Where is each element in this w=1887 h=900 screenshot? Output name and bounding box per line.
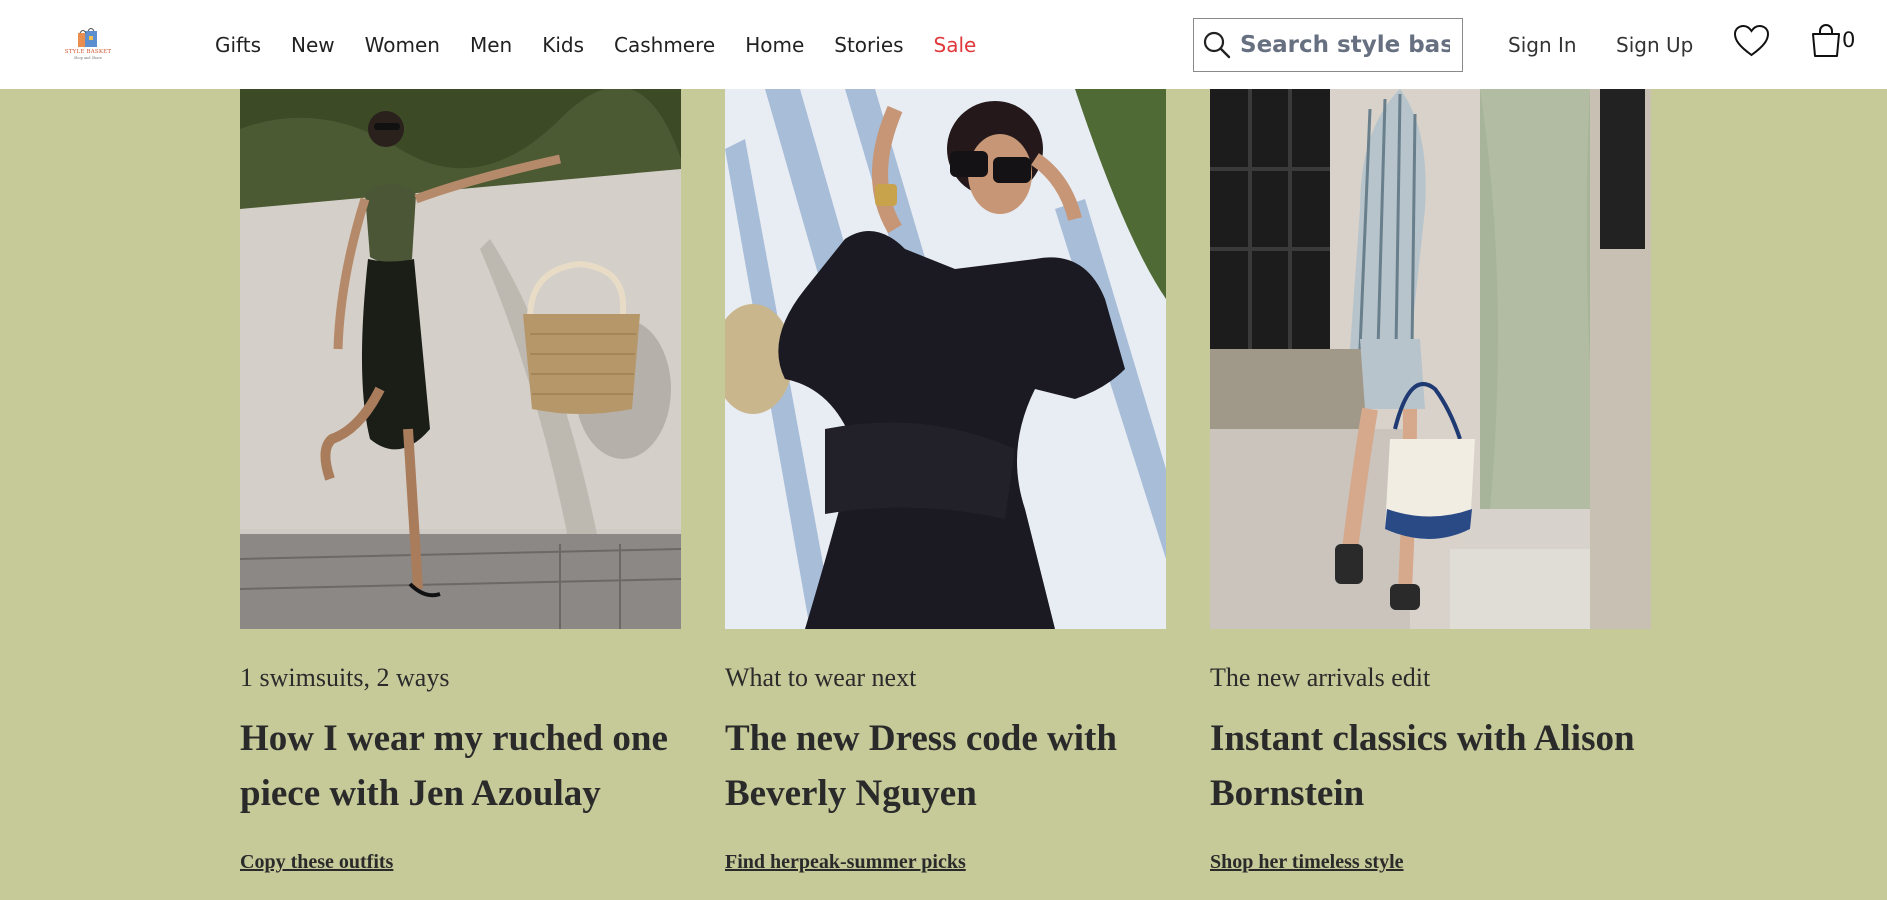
story-headline[interactable]: Instant classics with Alison Bornstein <box>1210 711 1651 821</box>
story-headline[interactable]: The new Dress code with Beverly Nguyen <box>725 711 1166 821</box>
nav-item-cashmere[interactable]: Cashmere <box>614 33 715 57</box>
search-box[interactable] <box>1193 18 1463 72</box>
story-card-body: 1 swimsuits, 2 ways How I wear my ruched… <box>240 629 681 900</box>
story-card-body: The new arrivals edit Instant classics w… <box>1210 629 1651 900</box>
story-card[interactable]: The new arrivals edit Instant classics w… <box>1210 89 1651 873</box>
brand-logo[interactable]: STYLE BASKET Shop and Share <box>64 27 112 63</box>
story-cta-link[interactable]: Copy these outfits <box>240 851 393 874</box>
story-headline[interactable]: How I wear my ruched one piece with Jen … <box>240 711 681 821</box>
story-card[interactable]: What to wear next The new Dress code wit… <box>725 89 1166 873</box>
story-eyebrow: What to wear next <box>725 663 917 692</box>
photo-woman-striped-suit <box>1210 89 1651 629</box>
story-cta-link[interactable]: Shop her timeless style <box>1210 851 1404 874</box>
search-icon[interactable] <box>1202 30 1232 60</box>
logo-tagline: Shop and Share <box>73 56 103 60</box>
nav-item-women[interactable]: Women <box>365 33 440 57</box>
nav-item-kids[interactable]: Kids <box>542 33 584 57</box>
cart-count: 0 <box>1842 28 1856 52</box>
story-card[interactable]: 1 swimsuits, 2 ways How I wear my ruched… <box>240 89 681 873</box>
heart-icon[interactable] <box>1733 24 1770 58</box>
search-input[interactable] <box>1240 32 1450 58</box>
nav-item-stories[interactable]: Stories <box>834 33 903 57</box>
story-image[interactable] <box>1210 89 1651 629</box>
sign-up-link[interactable]: Sign Up <box>1616 0 1693 89</box>
story-eyebrow: The new arrivals edit <box>1210 663 1431 692</box>
story-eyebrow: 1 swimsuits, 2 ways <box>240 663 450 692</box>
shopping-bags-logo-icon <box>78 28 97 47</box>
nav-item-gifts[interactable]: Gifts <box>215 33 261 57</box>
logo-text: STYLE BASKET <box>64 49 112 55</box>
story-cta-link[interactable]: Find herpeak-summer picks <box>725 851 966 874</box>
main-nav: Gifts New Women Men Kids Cashmere Home S… <box>215 0 976 89</box>
nav-item-sale[interactable]: Sale <box>934 33 977 57</box>
photo-woman-black-dress <box>725 89 1166 629</box>
sign-in-link[interactable]: Sign In <box>1508 0 1577 89</box>
story-card-body: What to wear next The new Dress code wit… <box>725 629 1166 900</box>
story-image[interactable] <box>725 89 1166 629</box>
nav-item-men[interactable]: Men <box>470 33 512 57</box>
story-image[interactable] <box>240 89 681 629</box>
nav-item-new[interactable]: New <box>291 33 335 57</box>
photo-woman-swimsuit <box>240 89 681 629</box>
shopping-bag-icon[interactable] <box>1810 24 1842 58</box>
nav-item-home[interactable]: Home <box>745 33 804 57</box>
site-header: STYLE BASKET Shop and Share Gifts New Wo… <box>0 0 1887 89</box>
